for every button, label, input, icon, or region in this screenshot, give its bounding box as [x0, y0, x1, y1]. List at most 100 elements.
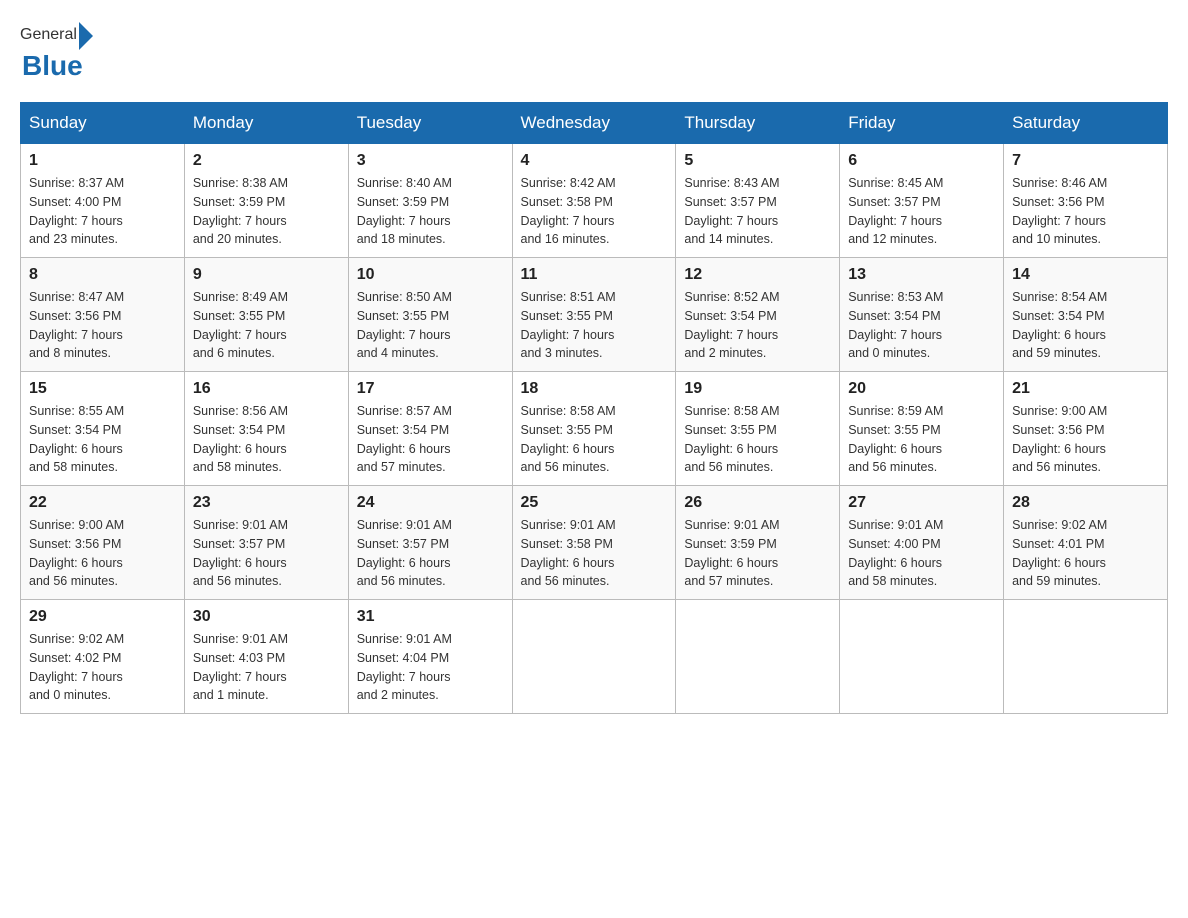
calendar-cell: 1Sunrise: 8:37 AMSunset: 4:00 PMDaylight…: [21, 144, 185, 258]
day-number: 13: [848, 266, 995, 284]
day-info: Sunrise: 9:02 AMSunset: 4:01 PMDaylight:…: [1012, 516, 1159, 591]
day-number: 28: [1012, 494, 1159, 512]
day-number: 17: [357, 380, 504, 398]
day-number: 29: [29, 608, 176, 626]
calendar-cell: 25Sunrise: 9:01 AMSunset: 3:58 PMDayligh…: [512, 486, 676, 600]
calendar-cell: 9Sunrise: 8:49 AMSunset: 3:55 PMDaylight…: [184, 258, 348, 372]
day-number: 25: [521, 494, 668, 512]
calendar-cell: 8Sunrise: 8:47 AMSunset: 3:56 PMDaylight…: [21, 258, 185, 372]
calendar-cell: 28 Sunrise: 9:02 AMSunset: 4:01 PMDayligh…: [1004, 486, 1168, 600]
calendar-cell: 3 Sunrise: 8:40 AMSunset: 3:59 PMDaylight…: [348, 144, 512, 258]
calendar-cell: 16 Sunrise: 8:56 AMSunset: 3:54 PMDayligh…: [184, 372, 348, 486]
day-number: 11: [521, 266, 668, 284]
calendar-week-row: 22Sunrise: 9:00 AMSunset: 3:56 PMDayligh…: [21, 486, 1168, 600]
calendar-cell: 23 Sunrise: 9:01 AMSunset: 3:57 PMDayligh…: [184, 486, 348, 600]
calendar-week-row: 8Sunrise: 8:47 AMSunset: 3:56 PMDaylight…: [21, 258, 1168, 372]
day-number: 4: [521, 152, 668, 170]
weekday-header-sunday: Sunday: [21, 103, 185, 144]
calendar-cell: 11 Sunrise: 8:51 AMSunset: 3:55 PMDayligh…: [512, 258, 676, 372]
day-number: 19: [684, 380, 831, 398]
calendar-cell: 6 Sunrise: 8:45 AMSunset: 3:57 PMDaylight…: [840, 144, 1004, 258]
day-number: 24: [357, 494, 504, 512]
day-number: 6: [848, 152, 995, 170]
calendar-cell: 29 Sunrise: 9:02 AMSunset: 4:02 PMDayligh…: [21, 600, 185, 714]
calendar-cell: 31 Sunrise: 9:01 AMSunset: 4:04 PMDayligh…: [348, 600, 512, 714]
calendar-week-row: 15 Sunrise: 8:55 AMSunset: 3:54 PMDayligh…: [21, 372, 1168, 486]
page-header: General Blue: [20, 20, 1168, 82]
day-number: 18: [521, 380, 668, 398]
day-info: Sunrise: 9:01 AMSunset: 4:03 PMDaylight:…: [193, 630, 340, 705]
day-number: 15: [29, 380, 176, 398]
day-info: Sunrise: 8:46 AMSunset: 3:56 PMDaylight:…: [1012, 174, 1159, 249]
logo-blue-text: Blue: [22, 50, 83, 82]
calendar-cell: 7 Sunrise: 8:46 AMSunset: 3:56 PMDaylight…: [1004, 144, 1168, 258]
day-number: 31: [357, 608, 504, 626]
weekday-header-wednesday: Wednesday: [512, 103, 676, 144]
day-info: Sunrise: 9:01 AMSunset: 4:04 PMDaylight:…: [357, 630, 504, 705]
day-info: Sunrise: 8:37 AMSunset: 4:00 PMDaylight:…: [29, 174, 176, 249]
calendar-cell: 12 Sunrise: 8:52 AMSunset: 3:54 PMDayligh…: [676, 258, 840, 372]
calendar-cell: 27 Sunrise: 9:01 AMSunset: 4:00 PMDayligh…: [840, 486, 1004, 600]
day-number: 23: [193, 494, 340, 512]
day-info: Sunrise: 8:40 AMSunset: 3:59 PMDaylight:…: [357, 174, 504, 249]
day-number: 14: [1012, 266, 1159, 284]
day-info: Sunrise: 9:01 AMSunset: 3:57 PMDaylight:…: [357, 516, 504, 591]
calendar-cell: 2 Sunrise: 8:38 AMSunset: 3:59 PMDaylight…: [184, 144, 348, 258]
calendar-table: SundayMondayTuesdayWednesdayThursdayFrid…: [20, 102, 1168, 714]
logo-arrow-icon: [79, 22, 93, 50]
calendar-week-row: 29 Sunrise: 9:02 AMSunset: 4:02 PMDayligh…: [21, 600, 1168, 714]
calendar-cell: 24 Sunrise: 9:01 AMSunset: 3:57 PMDayligh…: [348, 486, 512, 600]
calendar-cell: 13Sunrise: 8:53 AMSunset: 3:54 PMDayligh…: [840, 258, 1004, 372]
day-number: 16: [193, 380, 340, 398]
day-info: Sunrise: 9:01 AMSunset: 3:57 PMDaylight:…: [193, 516, 340, 591]
weekday-header-tuesday: Tuesday: [348, 103, 512, 144]
calendar-cell: [840, 600, 1004, 714]
day-info: Sunrise: 9:00 AMSunset: 3:56 PMDaylight:…: [29, 516, 176, 591]
day-number: 10: [357, 266, 504, 284]
day-info: Sunrise: 8:38 AMSunset: 3:59 PMDaylight:…: [193, 174, 340, 249]
day-number: 7: [1012, 152, 1159, 170]
day-info: Sunrise: 9:02 AMSunset: 4:02 PMDaylight:…: [29, 630, 176, 705]
day-number: 2: [193, 152, 340, 170]
day-info: Sunrise: 8:54 AMSunset: 3:54 PMDaylight:…: [1012, 288, 1159, 363]
day-info: Sunrise: 9:01 AMSunset: 4:00 PMDaylight:…: [848, 516, 995, 591]
calendar-cell: [512, 600, 676, 714]
logo: General Blue: [20, 20, 93, 82]
weekday-header-row: SundayMondayTuesdayWednesdayThursdayFrid…: [21, 103, 1168, 144]
calendar-cell: 10 Sunrise: 8:50 AMSunset: 3:55 PMDayligh…: [348, 258, 512, 372]
calendar-cell: 5Sunrise: 8:43 AMSunset: 3:57 PMDaylight…: [676, 144, 840, 258]
day-info: Sunrise: 8:59 AMSunset: 3:55 PMDaylight:…: [848, 402, 995, 477]
day-number: 27: [848, 494, 995, 512]
day-info: Sunrise: 8:58 AMSunset: 3:55 PMDaylight:…: [684, 402, 831, 477]
logo-general-text: General: [20, 26, 77, 44]
day-info: Sunrise: 8:56 AMSunset: 3:54 PMDaylight:…: [193, 402, 340, 477]
day-info: Sunrise: 8:50 AMSunset: 3:55 PMDaylight:…: [357, 288, 504, 363]
day-info: Sunrise: 8:43 AMSunset: 3:57 PMDaylight:…: [684, 174, 831, 249]
day-number: 3: [357, 152, 504, 170]
day-number: 8: [29, 266, 176, 284]
day-number: 20: [848, 380, 995, 398]
day-info: Sunrise: 8:49 AMSunset: 3:55 PMDaylight:…: [193, 288, 340, 363]
calendar-cell: 18 Sunrise: 8:58 AMSunset: 3:55 PMDayligh…: [512, 372, 676, 486]
calendar-cell: 19 Sunrise: 8:58 AMSunset: 3:55 PMDayligh…: [676, 372, 840, 486]
day-info: Sunrise: 8:45 AMSunset: 3:57 PMDaylight:…: [848, 174, 995, 249]
day-info: Sunrise: 9:00 AMSunset: 3:56 PMDaylight:…: [1012, 402, 1159, 477]
calendar-cell: 26Sunrise: 9:01 AMSunset: 3:59 PMDayligh…: [676, 486, 840, 600]
day-info: Sunrise: 8:58 AMSunset: 3:55 PMDaylight:…: [521, 402, 668, 477]
calendar-cell: 22Sunrise: 9:00 AMSunset: 3:56 PMDayligh…: [21, 486, 185, 600]
day-number: 21: [1012, 380, 1159, 398]
calendar-cell: 20 Sunrise: 8:59 AMSunset: 3:55 PMDayligh…: [840, 372, 1004, 486]
calendar-cell: 15 Sunrise: 8:55 AMSunset: 3:54 PMDayligh…: [21, 372, 185, 486]
calendar-week-row: 1Sunrise: 8:37 AMSunset: 4:00 PMDaylight…: [21, 144, 1168, 258]
day-info: Sunrise: 9:01 AMSunset: 3:59 PMDaylight:…: [684, 516, 831, 591]
day-number: 12: [684, 266, 831, 284]
day-info: Sunrise: 8:52 AMSunset: 3:54 PMDaylight:…: [684, 288, 831, 363]
day-number: 30: [193, 608, 340, 626]
calendar-cell: [676, 600, 840, 714]
day-info: Sunrise: 8:57 AMSunset: 3:54 PMDaylight:…: [357, 402, 504, 477]
weekday-header-friday: Friday: [840, 103, 1004, 144]
calendar-cell: 30 Sunrise: 9:01 AMSunset: 4:03 PMDayligh…: [184, 600, 348, 714]
day-info: Sunrise: 8:51 AMSunset: 3:55 PMDaylight:…: [521, 288, 668, 363]
day-info: Sunrise: 8:55 AMSunset: 3:54 PMDaylight:…: [29, 402, 176, 477]
weekday-header-thursday: Thursday: [676, 103, 840, 144]
